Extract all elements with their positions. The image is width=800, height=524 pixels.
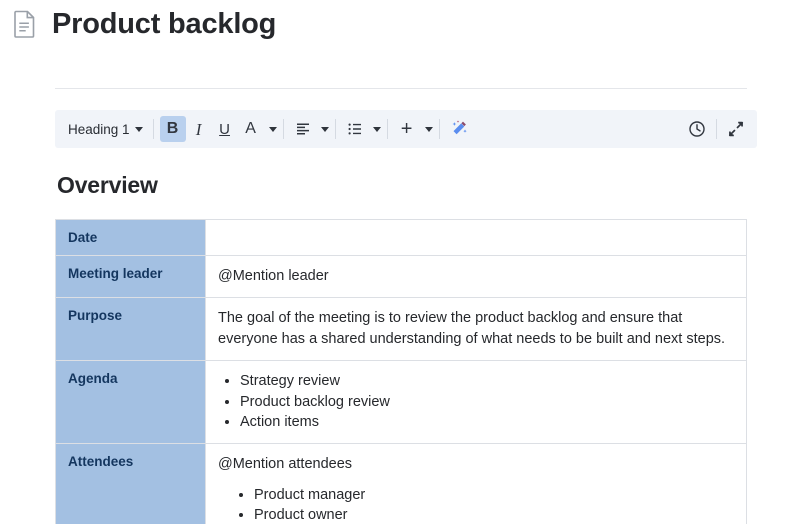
table-row: Attendees @Mention attendees Product man… [55,442,747,524]
align-button[interactable] [290,116,316,142]
insert-button[interactable]: + [394,116,420,142]
editor-toolbar: Heading 1 B I U A + [55,110,757,148]
row-label-meeting-leader: Meeting leader [55,254,206,299]
chevron-down-icon[interactable] [320,126,329,132]
toolbar-left-group: Heading 1 B I U A + [63,116,684,142]
toolbar-separator [282,119,284,139]
section-heading-overview: Overview [57,172,158,198]
italic-button[interactable]: I [186,116,212,142]
document-header: Product backlog [0,0,800,48]
magic-wand-icon [452,120,467,135]
row-value-agenda[interactable]: Strategy review Product backlog review A… [205,360,747,444]
chevron-down-icon[interactable] [268,126,277,132]
insert-group[interactable]: + [394,116,433,142]
text-style-label: Heading 1 [68,121,130,137]
row-label-date: Date [55,219,206,256]
row-label-attendees: Attendees [55,442,206,524]
text-color-button[interactable]: A [238,116,264,142]
list-item: Product backlog review [240,392,734,413]
agenda-list: Strategy review Product backlog review A… [218,371,734,433]
row-label-purpose: Purpose [55,297,206,362]
meeting-details-table: Date Meeting leader @Mention leader Purp… [55,219,747,524]
document-page: Product backlog Heading 1 B I U A + Over… [0,0,800,524]
list-item: Product manager [254,485,734,506]
row-value-attendees[interactable]: @Mention attendees Product manager Produ… [205,442,747,524]
expand-button[interactable] [723,116,749,142]
row-value-purpose[interactable]: The goal of the meeting is to review the… [205,297,747,362]
toolbar-separator [386,119,388,139]
chevron-down-icon [134,126,143,132]
text-color-group[interactable]: A [238,116,277,142]
align-left-icon [296,123,309,135]
toolbar-separator [438,119,440,139]
row-value-meeting-leader[interactable]: @Mention leader [205,254,747,299]
alignment-group[interactable] [290,116,329,142]
row-value-date[interactable] [205,219,747,256]
bullet-list-button[interactable] [342,116,368,142]
row-label-agenda: Agenda [55,360,206,444]
list-item: Action items [240,412,734,433]
table-row: Date [55,219,747,256]
underline-icon: U [219,120,230,138]
toolbar-separator [716,119,717,139]
version-history-button[interactable] [684,116,710,142]
expand-icon [728,121,744,137]
document-content: Overview Date Meeting leader @Mention le… [55,172,755,524]
table-row: Meeting leader @Mention leader [55,254,747,299]
attendees-mention: @Mention attendees [218,455,353,472]
bullet-list-icon [348,123,361,135]
text-style-dropdown[interactable]: Heading 1 [63,116,147,142]
chevron-down-icon[interactable] [372,126,381,132]
toolbar-separator [152,119,154,139]
toolbar-separator [334,119,336,139]
italic-icon: I [195,119,202,139]
table-row: Agenda Strategy review Product backlog r… [55,360,747,444]
page-title: Product backlog [52,7,277,40]
list-item: Strategy review [240,371,734,392]
ai-assist-button[interactable] [446,116,472,142]
text-color-icon: A [245,120,256,137]
document-page-icon [14,10,35,38]
underline-button[interactable]: U [212,116,238,142]
header-divider [55,88,747,89]
bold-icon: B [166,120,179,137]
clock-history-icon [689,121,705,137]
list-item: Product owner [254,505,734,524]
table-row: Purpose The goal of the meeting is to re… [55,297,747,362]
chevron-down-icon[interactable] [424,126,433,132]
attendees-list: Product manager Product owner Scrum mast… [218,485,734,524]
toolbar-right-group [684,116,749,142]
plus-icon: + [400,118,413,140]
bold-button[interactable]: B [159,116,186,142]
list-group[interactable] [342,116,381,142]
